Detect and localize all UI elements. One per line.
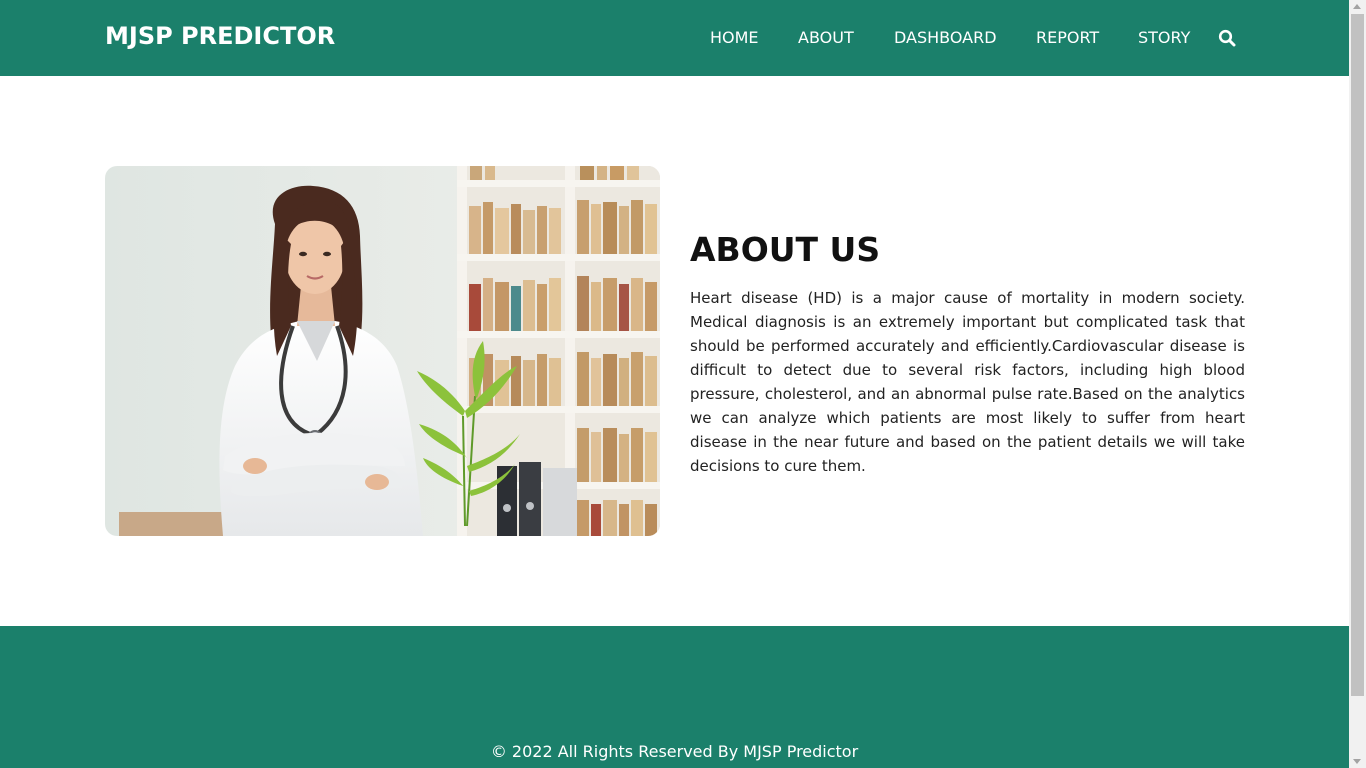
nav-home[interactable]: HOME bbox=[710, 28, 759, 47]
page-scrollbar[interactable] bbox=[1349, 0, 1366, 768]
search-icon[interactable] bbox=[1218, 29, 1236, 47]
navbar: MJSP PREDICTOR HOME ABOUT DASHBOARD REPO… bbox=[0, 0, 1349, 76]
footer: © 2022 All Rights Reserved By MJSP Predi… bbox=[0, 626, 1349, 768]
brand-logo[interactable]: MJSP PREDICTOR bbox=[105, 22, 335, 50]
nav-dashboard[interactable]: DASHBOARD bbox=[894, 28, 997, 47]
doctor-photo bbox=[105, 166, 660, 536]
nav-about[interactable]: ABOUT bbox=[798, 28, 854, 47]
page: MJSP PREDICTOR HOME ABOUT DASHBOARD REPO… bbox=[0, 0, 1349, 768]
scroll-up-arrow-icon[interactable] bbox=[1353, 4, 1361, 9]
about-description: Heart disease (HD) is a major cause of m… bbox=[690, 289, 1245, 475]
nav-story[interactable]: STORY bbox=[1138, 28, 1190, 47]
scrollbar-thumb[interactable] bbox=[1351, 14, 1364, 696]
scroll-down-arrow-icon[interactable] bbox=[1353, 759, 1361, 764]
nav-report[interactable]: REPORT bbox=[1036, 28, 1099, 47]
about-title: ABOUT US bbox=[690, 230, 881, 269]
copyright-text: © 2022 All Rights Reserved By MJSP Predi… bbox=[490, 742, 859, 761]
